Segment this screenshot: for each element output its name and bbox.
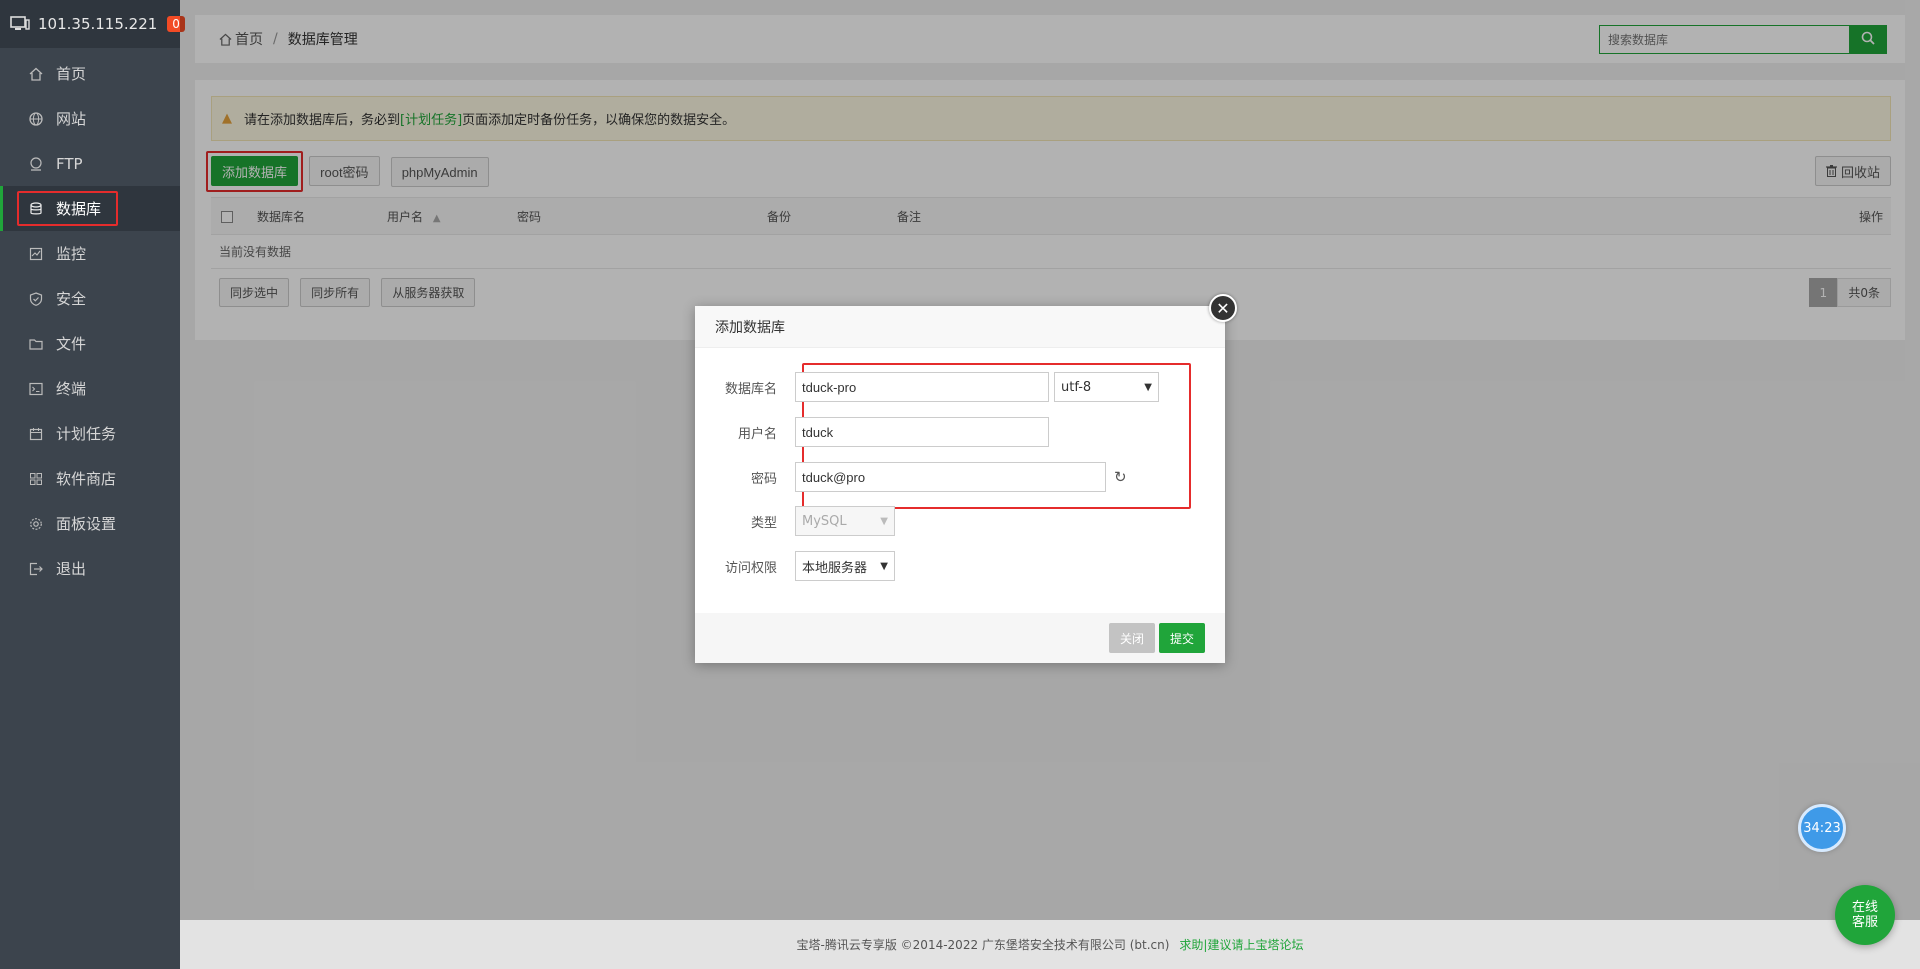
sidebar-item-label: 退出 (56, 560, 87, 578)
access-select[interactable]: 本地服务器 ▼ (795, 551, 895, 581)
type-select: MySQL ▼ (795, 506, 895, 536)
password-row: 密码 ↻ (695, 462, 1225, 492)
sidebar-item-cron[interactable]: 计划任务 (0, 411, 180, 456)
sidebar-item-label: 终端 (56, 380, 87, 398)
sidebar-item-files[interactable]: 文件 (0, 321, 180, 366)
sidebar-item-monitor[interactable]: 监控 (0, 231, 180, 276)
username-row: 用户名 (695, 417, 1225, 447)
sidebar-item-label: 监控 (56, 245, 87, 263)
refresh-icon[interactable]: ↻ (1114, 468, 1127, 486)
access-value: 本地服务器 (802, 560, 868, 576)
db-name-input[interactable] (795, 372, 1049, 402)
ftp-icon (28, 156, 44, 172)
sidebar-item-label: FTP (56, 154, 83, 173)
sidebar-item-label: 软件商店 (56, 470, 117, 488)
monitor-icon (28, 246, 44, 262)
type-value: MySQL (802, 513, 847, 529)
sidebar-item-label: 首页 (56, 65, 87, 83)
timer-badge[interactable]: 34:23 (1798, 804, 1846, 852)
cs-line1: 在线 (1851, 900, 1878, 915)
grid-icon (28, 471, 44, 487)
type-row: 类型 MySQL ▼ (695, 506, 1225, 536)
password-input[interactable] (795, 462, 1106, 492)
charset-select[interactable]: utf-8 ▼ (1054, 372, 1159, 402)
close-button[interactable]: 关闭 (1109, 623, 1156, 653)
sidebar-item-website[interactable]: 网站 (0, 96, 180, 141)
folder-icon (28, 336, 44, 352)
sidebar: 101.35.115.221 0 首页 网站 FTP 数据库 监控 安全 文件 … (0, 0, 185, 969)
sidebar-item-security[interactable]: 安全 (0, 276, 180, 321)
sidebar-item-database[interactable]: 数据库 (0, 186, 180, 231)
gear-icon (28, 516, 44, 532)
sidebar-item-label: 文件 (56, 335, 87, 353)
globe-icon (28, 111, 44, 127)
access-label: 访问权限 (724, 560, 777, 576)
home-icon (28, 66, 44, 82)
type-label: 类型 (750, 515, 777, 531)
close-icon[interactable]: ✕ (1209, 294, 1237, 322)
footer: 宝塔-腾讯云专享版 ©2014-2022 广东堡塔安全技术有限公司 (bt.cn… (180, 920, 1920, 969)
sidebar-item-label: 安全 (56, 290, 87, 308)
charset-value: utf-8 (1061, 379, 1092, 395)
access-row: 访问权限 本地服务器 ▼ (695, 551, 1225, 581)
footer-copyright: 宝塔-腾讯云专享版 ©2014-2022 广东堡塔安全技术有限公司 (bt.cn… (796, 938, 1170, 952)
username-label: 用户名 (737, 426, 777, 442)
dialog-footer: 关闭 提交 (695, 613, 1225, 663)
forum-link[interactable]: 求助|建议请上宝塔论坛 (1179, 936, 1303, 953)
server-header: 101.35.115.221 0 (0, 0, 185, 48)
sidebar-item-ftp[interactable]: FTP (0, 141, 180, 186)
terminal-icon (28, 381, 44, 397)
shield-icon (28, 291, 44, 307)
chevron-down-icon: ▼ (1144, 381, 1152, 393)
username-input[interactable] (795, 417, 1049, 447)
chevron-down-icon: ▼ (880, 560, 888, 572)
logout-icon (28, 561, 44, 577)
password-label: 密码 (750, 471, 777, 487)
db-name-label: 数据库名 (724, 381, 777, 397)
calendar-icon (28, 426, 44, 442)
dialog-title: 添加数据库 (695, 306, 1225, 348)
customer-service-button[interactable]: 在线 客服 (1835, 885, 1895, 945)
monitor-icon (10, 16, 30, 32)
sidebar-item-label: 计划任务 (56, 425, 117, 443)
sidebar-item-label: 面板设置 (56, 515, 117, 533)
db-name-row: 数据库名 utf-8 ▼ (695, 372, 1225, 402)
cs-line2: 客服 (1851, 915, 1878, 930)
sidebar-item-label: 网站 (56, 110, 87, 128)
server-ip: 101.35.115.221 (38, 15, 158, 33)
submit-button[interactable]: 提交 (1159, 623, 1206, 653)
highlight-box (17, 191, 118, 226)
sidebar-item-store[interactable]: 软件商店 (0, 456, 180, 501)
chevron-down-icon: ▼ (880, 515, 888, 527)
sidebar-item-settings[interactable]: 面板设置 (0, 501, 180, 546)
sidebar-item-logout[interactable]: 退出 (0, 546, 180, 591)
sidebar-item-home[interactable]: 首页 (0, 51, 180, 96)
sidebar-item-terminal[interactable]: 终端 (0, 366, 180, 411)
add-database-dialog: 添加数据库 ✕ 数据库名 utf-8 ▼ 用户名 密码 ↻ 类型 MySQL ▼… (695, 294, 1237, 663)
